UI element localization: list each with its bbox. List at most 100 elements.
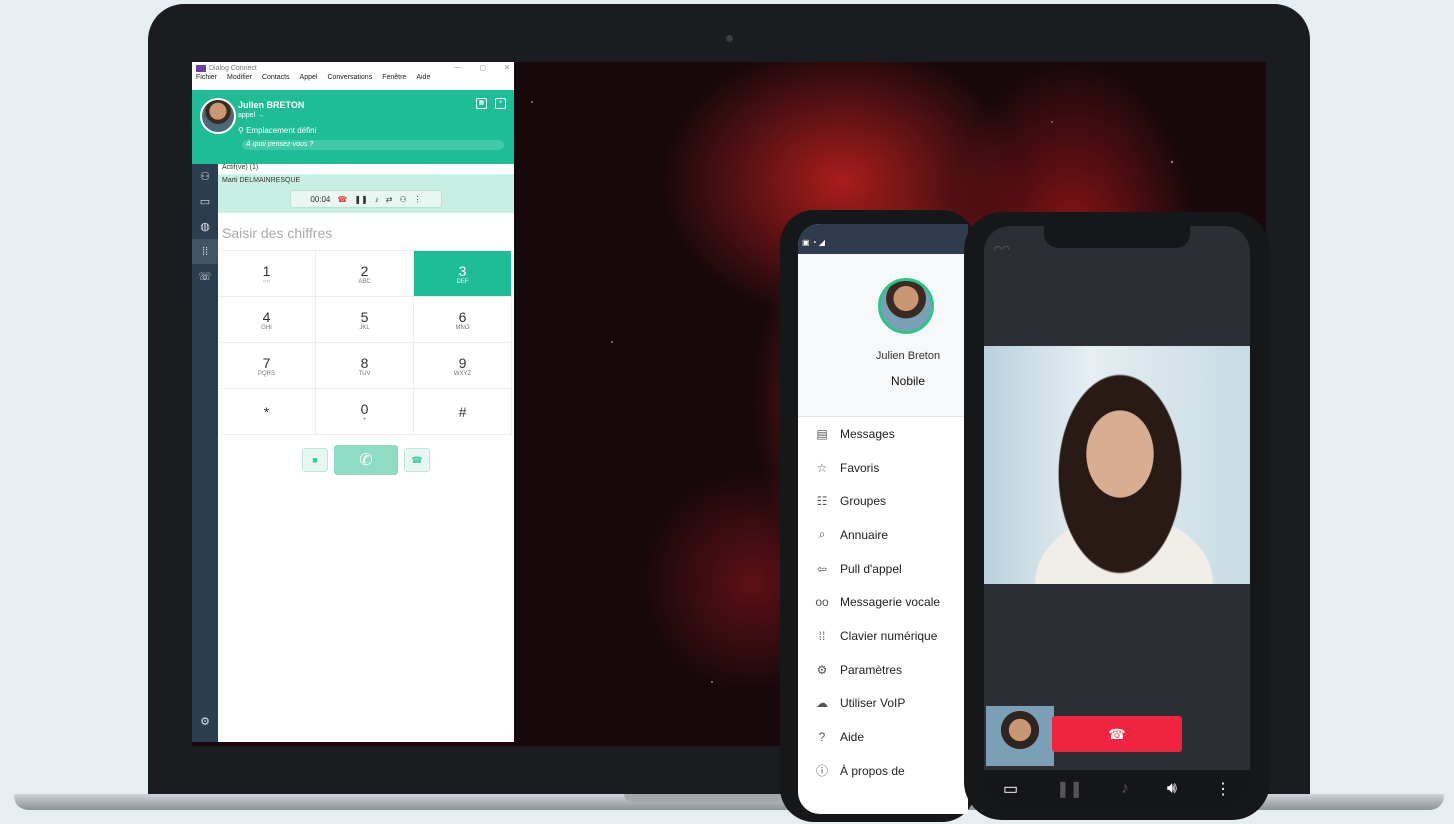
menu-label: Groupes: [840, 494, 887, 509]
key-digit: 0: [360, 400, 369, 417]
menu-label: À propos de: [840, 763, 905, 778]
phone-handset-icon: ☎: [411, 454, 423, 465]
menu-voip[interactable]: ☁ Utiliser VoIP: [798, 687, 968, 721]
call-contact-name: Marti DELMAINRESQUE: [222, 177, 301, 184]
mute-icon[interactable]: ♪: [375, 195, 379, 204]
line-selector[interactable]: Nobile: [798, 374, 968, 388]
menu-aide[interactable]: Aide: [416, 74, 430, 84]
call-controls: 00:04 ☎ ❚❚ ♪ ⇄ ⚇ ⋮: [290, 190, 442, 208]
globe-icon[interactable]: ◍: [192, 214, 218, 239]
key-letters: MNO: [455, 324, 470, 331]
signal-icon: ◠◠: [994, 244, 1010, 254]
dialog-connect-window: Dialog Connect — ▢ ✕ Fichier Modifier Co…: [192, 62, 514, 742]
location-label[interactable]: ⚲ Emplacement défini: [238, 126, 316, 135]
search-icon: ⌕: [818, 527, 826, 542]
key-2[interactable]: 2 ABC: [316, 251, 414, 297]
key-4[interactable]: 4 GHI: [218, 297, 316, 343]
menu-a-propos[interactable]: ⓘ À propos de: [798, 754, 968, 788]
key-9[interactable]: 9 WXYZ: [414, 343, 512, 389]
close-button[interactable]: ✕: [504, 64, 510, 72]
key-star[interactable]: *: [218, 389, 316, 435]
hangup-button[interactable]: ☎: [1052, 716, 1182, 752]
key-3[interactable]: 3 DEF: [414, 251, 512, 297]
contacts-icon[interactable]: ⚇: [192, 164, 218, 189]
chat-icon[interactable]: ▭: [192, 189, 218, 214]
hangup-icon[interactable]: ☎: [337, 195, 347, 204]
menu-appel[interactable]: Appel: [300, 74, 318, 84]
key-8[interactable]: 8 TUV: [316, 343, 414, 389]
voicemail-button[interactable]: ☎: [404, 448, 430, 472]
maximize-button[interactable]: ▢: [480, 64, 487, 72]
menu-fenetre[interactable]: Fenêtre: [382, 74, 406, 84]
phone-notch: [1044, 226, 1190, 248]
key-1[interactable]: 1 ○○: [218, 251, 316, 297]
key-digit: 6: [458, 308, 467, 325]
dialpad-icon: ⁞⁞: [818, 628, 826, 643]
conference-icon[interactable]: ⚇: [399, 195, 406, 204]
building-icon[interactable]: ▦: [476, 98, 487, 109]
menu-contacts[interactable]: Contacts: [262, 74, 290, 84]
menu-modifier[interactable]: Modifier: [227, 74, 252, 84]
keypad: 1 ○○ 2 ABC 3 DEF 4 GHI 5 JKL 6 MNO 7 PQRS 8 TUV …: [218, 251, 514, 435]
menu-annuaire[interactable]: ⌕ Annuaire: [798, 518, 968, 552]
digits-input[interactable]: Saisir des chiffres: [218, 213, 514, 251]
voicemail-icon[interactable]: ☏: [192, 264, 218, 289]
menu-messages[interactable]: ▤ Messages: [798, 416, 968, 451]
menu-label: Clavier numérique: [840, 628, 938, 643]
more-icon[interactable]: ⋮: [1215, 779, 1231, 799]
video-call-button[interactable]: ■: [302, 448, 328, 472]
key-0[interactable]: 0 +: [316, 389, 414, 435]
phone-call-device: ◠◠ ☎ ▭ ❚❚ ♪ 🔊︎ ⋮: [964, 212, 1270, 820]
menu-parametres[interactable]: ⚙ Paramètres: [798, 653, 968, 687]
menu-label: Aide: [840, 730, 865, 745]
menu-favoris[interactable]: ☆ Favoris: [798, 451, 968, 485]
avatar[interactable]: [200, 98, 236, 134]
messages-icon: ▤: [816, 426, 828, 441]
key-digit: 2: [360, 262, 369, 279]
avatar[interactable]: [878, 278, 934, 334]
menu-fichier[interactable]: Fichier: [196, 74, 217, 84]
chat-icon[interactable]: ▭: [1003, 779, 1018, 799]
window-controls: — ▢ ✕: [455, 64, 511, 72]
mood-input[interactable]: À quoi pensez-vous ?: [242, 140, 504, 150]
menu-pull-appel[interactable]: ⇦ Pull d'appel: [798, 552, 968, 586]
call-button[interactable]: ✆: [334, 445, 398, 475]
self-video-preview[interactable]: [986, 706, 1054, 766]
gear-icon: ⚙: [816, 662, 828, 677]
phone-menu-device: ▣ ◔ ◢ Julien Breton Nobile ▤ Messages ☆ Fa…: [780, 210, 976, 822]
add-icon[interactable]: +: [495, 98, 506, 109]
menu-conversations[interactable]: Conversations: [327, 74, 372, 84]
speaker-icon[interactable]: 🔊︎: [1167, 780, 1177, 798]
groups-icon: ☷: [816, 494, 828, 509]
transfer-icon[interactable]: ⇄: [386, 195, 393, 204]
key-6[interactable]: 6 MNO: [414, 297, 512, 343]
menu-label: Messagerie vocale: [840, 595, 941, 610]
settings-gear-icon[interactable]: ⚙: [192, 709, 218, 734]
key-digit: 8: [360, 354, 369, 371]
minimize-button[interactable]: —: [455, 64, 462, 72]
key-digit: 9: [458, 354, 467, 371]
hold-icon[interactable]: ❚❚: [354, 195, 367, 204]
menu-messagerie-vocale[interactable]: oo Messagerie vocale: [798, 585, 968, 619]
menu-aide[interactable]: ? Aide: [798, 720, 968, 754]
call-actions: ■ ✆ ☎: [218, 445, 514, 475]
mute-icon[interactable]: ♪: [1121, 780, 1129, 798]
key-digit: #: [458, 403, 467, 420]
more-icon[interactable]: ⋮: [414, 195, 422, 204]
phone-icon: ✆: [359, 452, 373, 469]
app-logo-icon: [196, 64, 206, 72]
pull-call-icon: ⇦: [816, 561, 828, 576]
status-badge[interactable]: appel →: [238, 112, 264, 119]
dialpad-icon[interactable]: ⁞⁞: [192, 239, 218, 264]
menu-clavier[interactable]: ⁞⁞ Clavier numérique: [798, 619, 968, 653]
key-hash[interactable]: #: [414, 389, 512, 435]
profile-header: Julien BRETON appel → ⚲ Emplacement défi…: [192, 90, 514, 164]
help-icon: ?: [818, 730, 826, 745]
key-digit: *: [263, 403, 270, 420]
key-letters: GHI: [261, 324, 272, 331]
active-call-bar[interactable]: Marti DELMAINRESQUE 00:04 ☎ ❚❚ ♪ ⇄ ⚇ ⋮: [218, 175, 514, 213]
menu-groupes[interactable]: ☷ Groupes: [798, 484, 968, 518]
key-7[interactable]: 7 PQRS: [218, 343, 316, 389]
key-5[interactable]: 5 JKL: [316, 297, 414, 343]
hold-icon[interactable]: ❚❚: [1056, 779, 1083, 799]
